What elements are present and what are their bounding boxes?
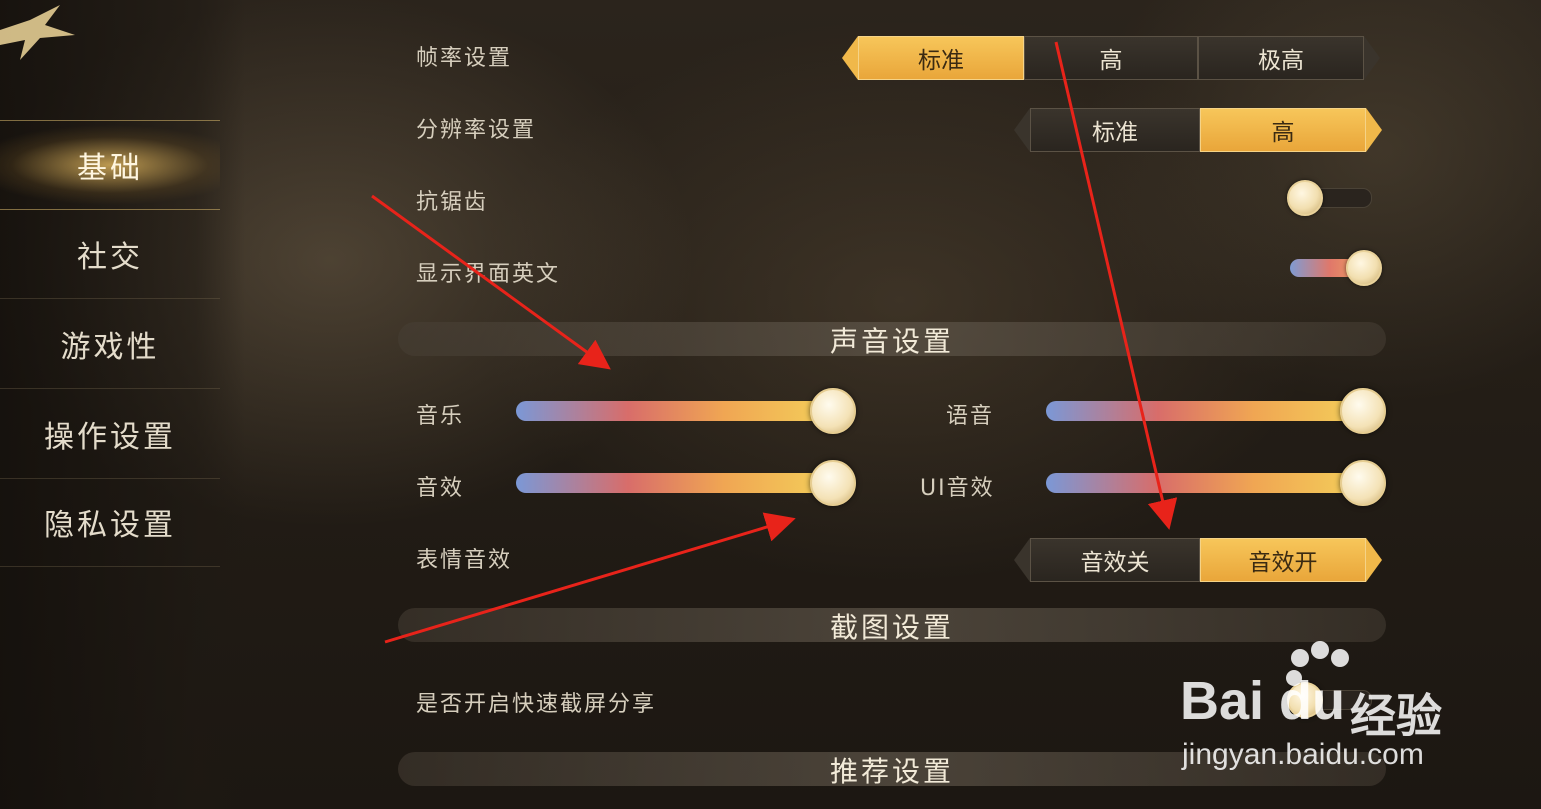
baidu-watermark: Bai du 经验 jingyan.baidu.com bbox=[1180, 640, 1470, 780]
watermark-brand: Bai du bbox=[1180, 671, 1346, 731]
watermark-cn: 经验 bbox=[1350, 689, 1442, 743]
annotation-arrow bbox=[371, 194, 611, 370]
watermark-url: jingyan.baidu.com bbox=[1182, 738, 1424, 771]
annotation-arrow bbox=[1054, 41, 1178, 530]
annotation-arrow bbox=[384, 512, 796, 644]
